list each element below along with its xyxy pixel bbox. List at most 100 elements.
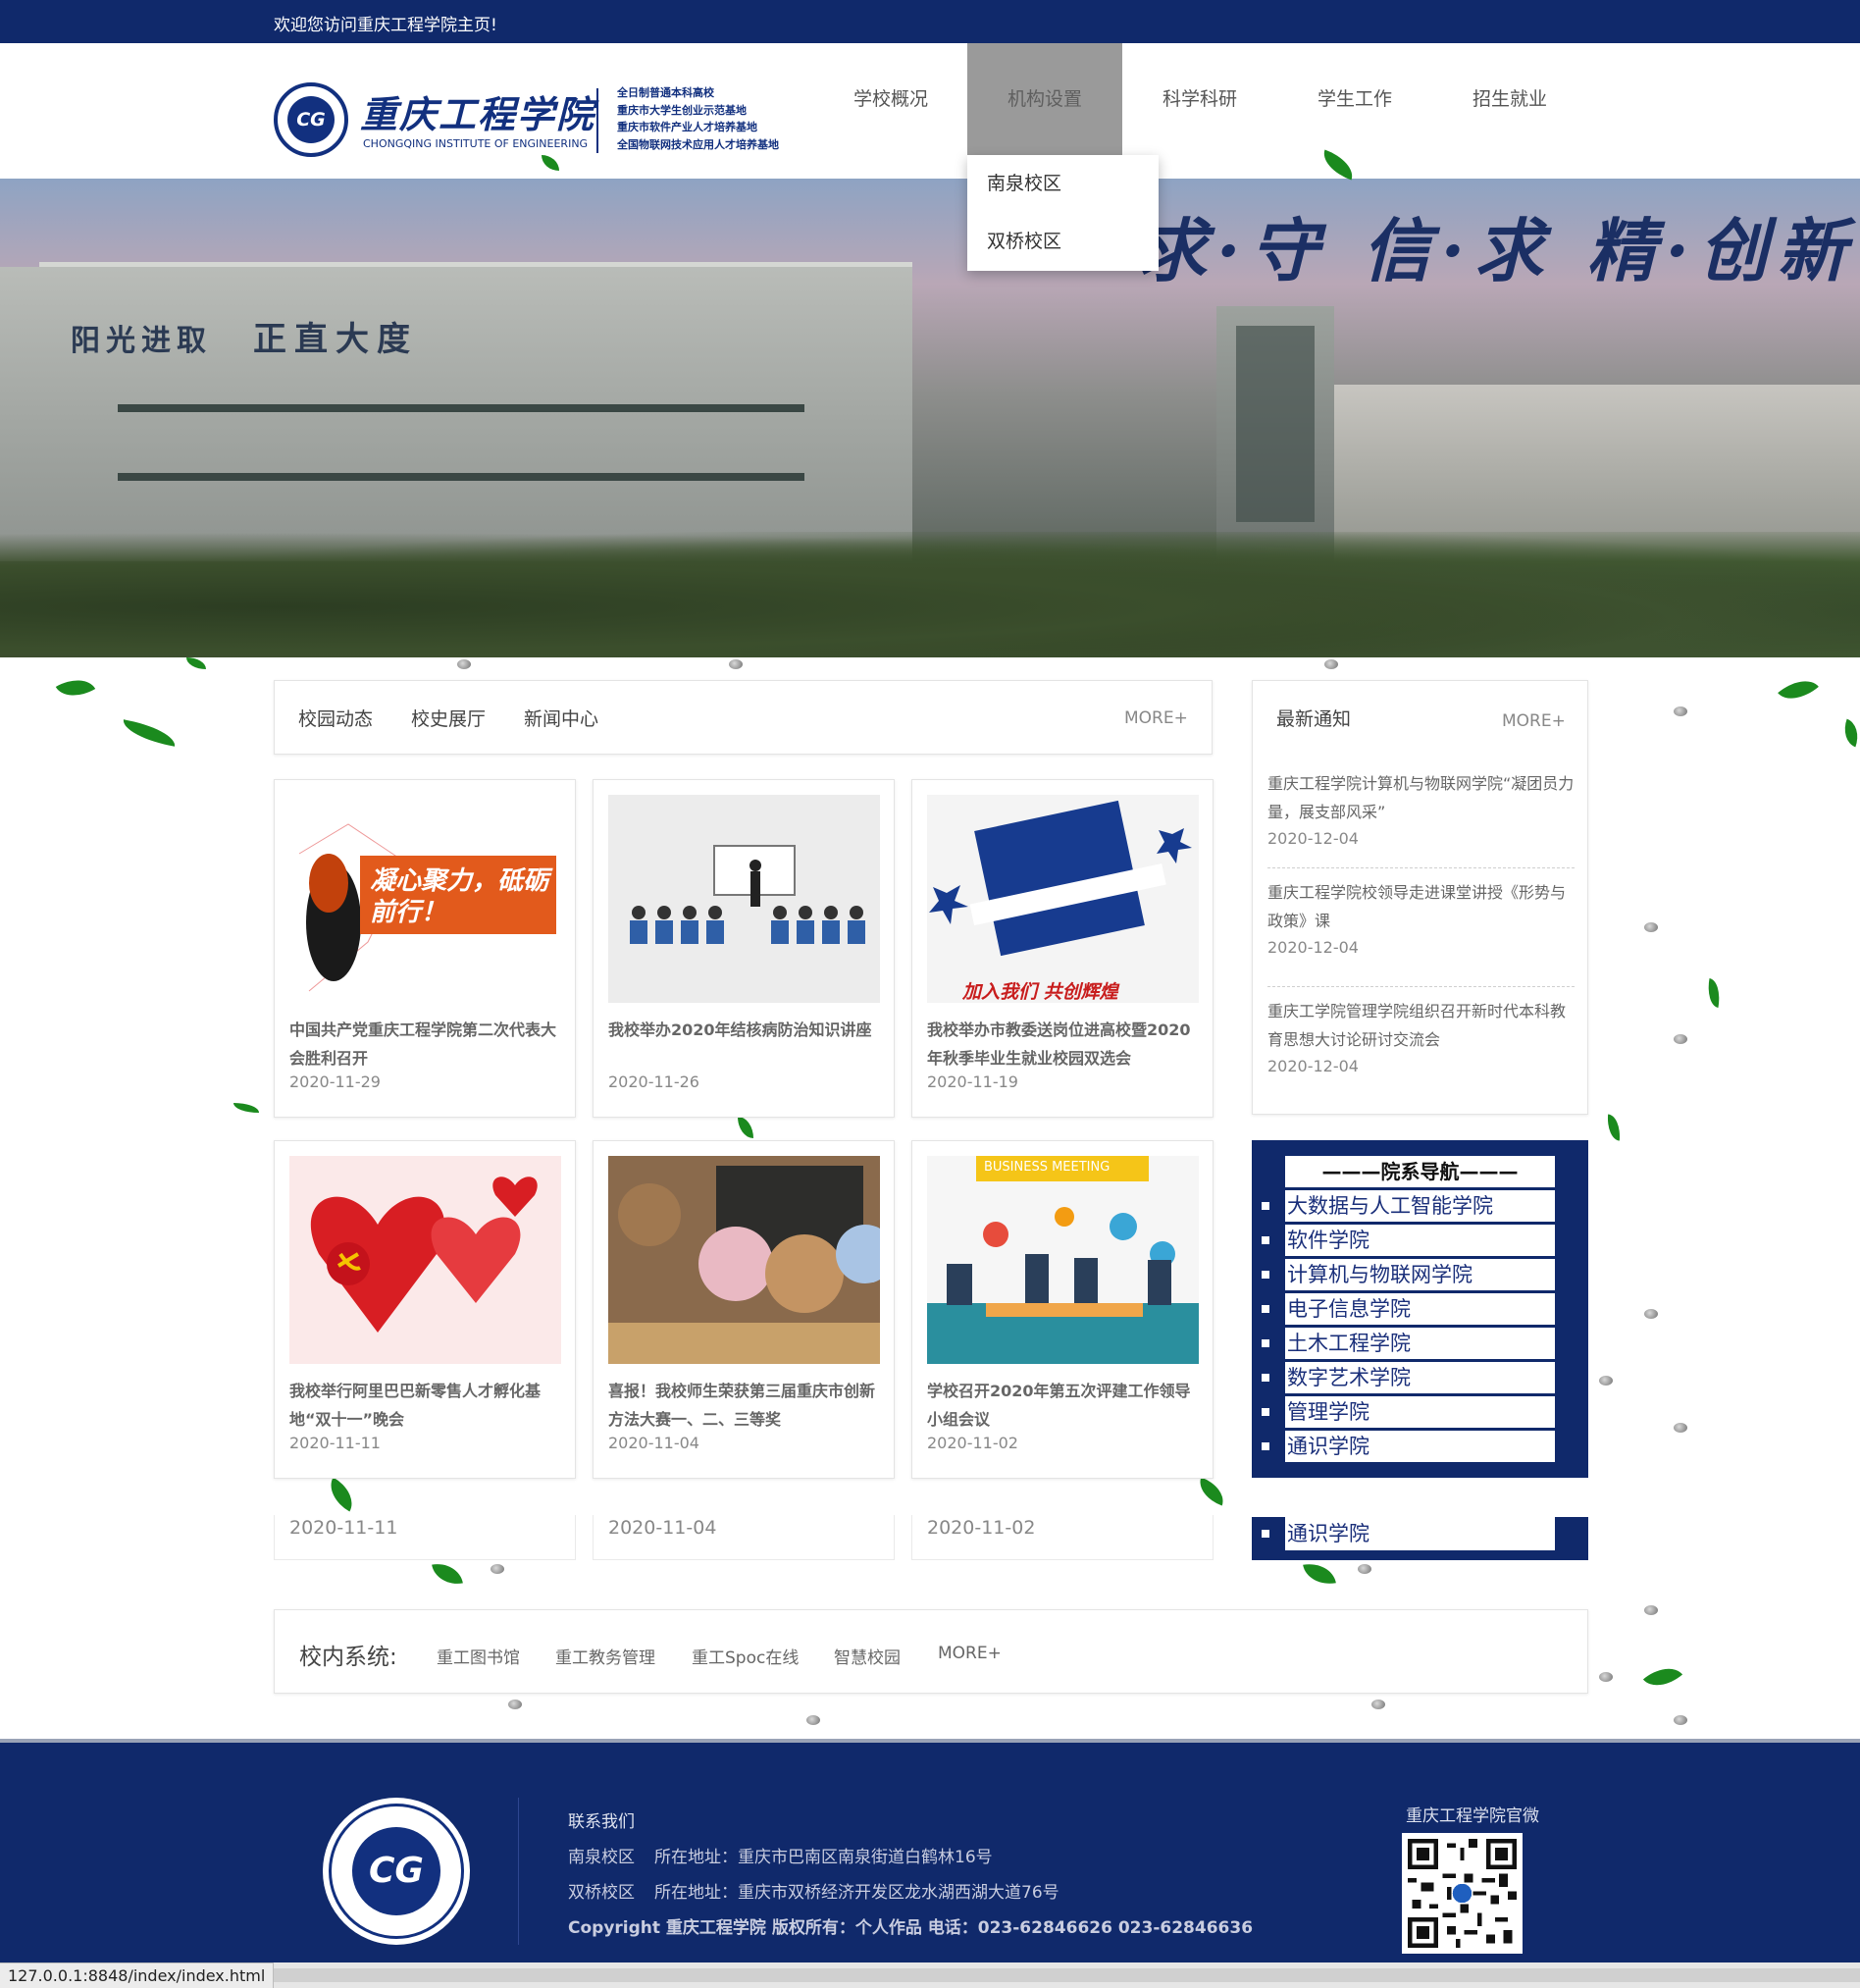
news-card[interactable]: 我校举办2020年结核病防治知识讲座 2020-11-26 [593, 779, 895, 1118]
news-card[interactable]: 我校举行阿里巴巴新零售人才孵化基地“双十一”晚会 2020-11-11 [274, 1140, 576, 1479]
department-link[interactable]: 管理学院 [1262, 1393, 1555, 1428]
news-thumbnail [608, 795, 880, 1003]
bullet-icon [1262, 1408, 1269, 1416]
top-bar: 欢迎您访问重庆工程学院主页! [0, 0, 1860, 43]
news-title[interactable]: 中国共产党重庆工程学院第二次代表大会胜利召开 [289, 1016, 566, 1072]
wechat-qr-code-icon [1402, 1833, 1523, 1954]
news-title[interactable]: 我校举办市教委送岗位进高校暨2020年秋季毕业生就业校园双选会 [927, 1016, 1204, 1072]
department-link[interactable]: 计算机与物联网学院 [1262, 1256, 1555, 1290]
nav-dropdown-menu: 南泉校区 双桥校区 [967, 155, 1159, 271]
nav-item-overview[interactable]: 学校概况 [813, 43, 968, 155]
news-thumbnail: 加入我们 共创辉煌 [927, 795, 1199, 1003]
news-thumbnail [289, 1156, 561, 1364]
news-date: 2020-11-02 [927, 1434, 1018, 1452]
system-link-smart-campus[interactable]: 智慧校园 [834, 1644, 901, 1668]
logo-tag: 全日制普通本科高校 [617, 86, 714, 99]
department-link[interactable]: 电子信息学院 [1262, 1290, 1555, 1325]
nav-item-admissions[interactable]: 招生就业 [1432, 43, 1587, 155]
system-link-library[interactable]: 重工图书馆 [437, 1644, 520, 1668]
campus-address: 所在地址：重庆市双桥经济开发区龙水湖西湖大道76号 [654, 1883, 1059, 1903]
qr-label: 重庆工程学院官微 [1406, 1806, 1539, 1826]
footer-campus-line: 双桥校区 所在地址：重庆市双桥经济开发区龙水湖西湖大道76号 [568, 1878, 1059, 1903]
notice-item[interactable]: 重庆工程学院计算机与物联网学院“凝团员力量，展支部风采” 2020-12-04 [1267, 756, 1575, 867]
news-card[interactable]: 加入我们 共创辉煌 我校举办市教委送岗位进高校暨2020年秋季毕业生就业校园双选… [911, 779, 1214, 1118]
notice-title[interactable]: 重庆工程学院校领导走进课堂讲授《形势与政策》课 [1267, 878, 1575, 935]
bullet-icon [1262, 1339, 1269, 1347]
systems-label: 校内系统: [299, 1645, 397, 1670]
logo-tag: 全国物联网技术应用人才培养基地 [617, 137, 779, 151]
browser-status-bar: 127.0.0.1:8848/index/index.html [0, 1962, 1860, 1988]
logo-tag: 重庆市大学生创业示范基地 [617, 103, 747, 117]
news-more-link[interactable]: MORE+ [1124, 708, 1188, 728]
department-link[interactable]: 软件学院 [1262, 1222, 1555, 1256]
bullet-icon [1262, 1530, 1269, 1538]
news-date: 2020-11-29 [289, 1072, 381, 1091]
site-header: CG 重庆工程学院 CHONGQING INSTITUTE OF ENGINEE… [0, 43, 1860, 179]
news-card[interactable]: 凝心聚力，砥砺前行！ 中国共产党重庆工程学院第二次代表大会胜利召开 2020-1… [274, 779, 576, 1118]
footer-emblem-icon: CG [323, 1798, 470, 1945]
banner-sign-right: 正直大度 [253, 320, 418, 359]
news-card[interactable]: 喜报！我校师生荣获第三届重庆市创新方法大赛一、二、三等奖 2020-11-04 [593, 1140, 895, 1479]
school-logo[interactable]: CG 重庆工程学院 CHONGQING INSTITUTE OF ENGINEE… [274, 82, 803, 161]
notice-title[interactable]: 重庆工学院管理学院组织召开新时代本科教育思想大讨论研讨交流会 [1267, 997, 1575, 1054]
latest-notices-panel: 最新通知 MORE+ 重庆工程学院计算机与物联网学院“凝团员力量，展支部风采” … [1252, 680, 1588, 1115]
banner-motto: 求·守 信·求 精·创新 [1138, 210, 1856, 291]
news-title[interactable]: 我校举办2020年结核病防治知识讲座 [608, 1016, 885, 1044]
news-card-ghost: 2020-11-04 [593, 1515, 895, 1560]
bullet-icon [1262, 1236, 1269, 1244]
news-date: 2020-11-04 [608, 1517, 717, 1539]
nav-item-student-affairs[interactable]: 学生工作 [1277, 43, 1432, 155]
news-title[interactable]: 学校召开2020年第五次评建工作领导小组会议 [927, 1377, 1204, 1434]
system-link-spoc[interactable]: 重工Spoc在线 [692, 1644, 799, 1668]
footer-contact-title: 联系我们 [568, 1812, 635, 1832]
notice-date: 2020-12-04 [1267, 829, 1359, 848]
department-link[interactable]: 土木工程学院 [1262, 1325, 1555, 1359]
systems-more-link[interactable]: MORE+ [938, 1644, 1002, 1663]
department-nav-title: ———院系导航——— [1285, 1156, 1555, 1187]
nav-item-research[interactable]: 科学科研 [1122, 43, 1277, 155]
nav-item-organization[interactable]: 机构设置 [967, 43, 1122, 155]
news-card[interactable]: BUSINESS MEETING 学校召开2020年第五次评建工作领导小组会议 … [911, 1140, 1214, 1479]
department-link[interactable]: 数字艺术学院 [1262, 1359, 1555, 1393]
footer-separator [518, 1798, 519, 1945]
news-card-ghost: 2020-11-02 [911, 1515, 1214, 1560]
news-date: 2020-11-02 [927, 1517, 1036, 1539]
card-image-caption: BUSINESS MEETING [984, 1160, 1111, 1175]
dropdown-item-nanquan[interactable]: 南泉校区 [967, 155, 1159, 213]
campus-address: 所在地址：重庆市巴南区南泉街道白鹤林16号 [654, 1848, 993, 1867]
logo-tag: 重庆市软件产业人才培养基地 [617, 121, 757, 133]
news-date: 2020-11-19 [927, 1072, 1018, 1091]
department-link[interactable]: 通识学院 [1285, 1517, 1555, 1550]
department-link[interactable]: 通识学院 [1262, 1428, 1555, 1462]
notice-item[interactable]: 重庆工学院管理学院组织召开新时代本科教育思想大讨论研讨交流会 2020-12-0… [1267, 986, 1575, 1105]
notices-more-link[interactable]: MORE+ [1502, 711, 1566, 731]
news-thumbnail [608, 1156, 880, 1364]
dropdown-item-shuangqiao[interactable]: 双桥校区 [967, 213, 1159, 271]
logo-chinese-name: 重庆工程学院 [360, 92, 596, 136]
site-footer: CG 联系我们 南泉校区 所在地址：重庆市巴南区南泉街道白鹤林16号 双桥校区 所在… [0, 1743, 1860, 1962]
bullet-icon [1262, 1305, 1269, 1313]
logo-english-name: CHONGQING INSTITUTE OF ENGINEERING [363, 137, 589, 150]
hero-banner: 阳光进取 正直大度 求·守 信·求 精·创新 [0, 179, 1860, 657]
bullet-icon [1262, 1271, 1269, 1279]
news-card-ghost: 2020-11-11 [274, 1515, 576, 1560]
notice-date: 2020-12-04 [1267, 938, 1359, 957]
news-thumbnail: BUSINESS MEETING [927, 1156, 1199, 1364]
department-link[interactable]: 大数据与人工智能学院 [1262, 1187, 1555, 1222]
tab-school-history[interactable]: 校史展厅 [411, 705, 486, 731]
department-nav-ghost: 通识学院 [1252, 1517, 1588, 1560]
tab-campus-news[interactable]: 校园动态 [298, 705, 373, 731]
news-title[interactable]: 喜报！我校师生荣获第三届重庆市创新方法大赛一、二、三等奖 [608, 1377, 885, 1434]
notice-date: 2020-12-04 [1267, 1057, 1359, 1075]
system-link-academic-affairs[interactable]: 重工教务管理 [555, 1644, 655, 1668]
footer-copyright: Copyright 重庆工程学院 版权所有：个人作品 电话：023-628466… [568, 1918, 1254, 1938]
card-image-caption: 凝心聚力，砥砺前行！ [370, 866, 549, 927]
news-title[interactable]: 我校举行阿里巴巴新零售人才孵化基地“双十一”晚会 [289, 1377, 566, 1434]
notices-title: 最新通知 [1276, 708, 1352, 730]
notice-item[interactable]: 重庆工程学院校领导走进课堂讲授《形势与政策》课 2020-12-04 [1267, 867, 1575, 986]
tab-news-center[interactable]: 新闻中心 [524, 705, 598, 731]
logo-divider [596, 88, 598, 153]
horizontal-scrollbar[interactable] [259, 1968, 1860, 1982]
notices-list: 重庆工程学院计算机与物联网学院“凝团员力量，展支部风采” 2020-12-04 … [1267, 756, 1575, 1105]
notice-title[interactable]: 重庆工程学院计算机与物联网学院“凝团员力量，展支部风采” [1267, 769, 1575, 826]
